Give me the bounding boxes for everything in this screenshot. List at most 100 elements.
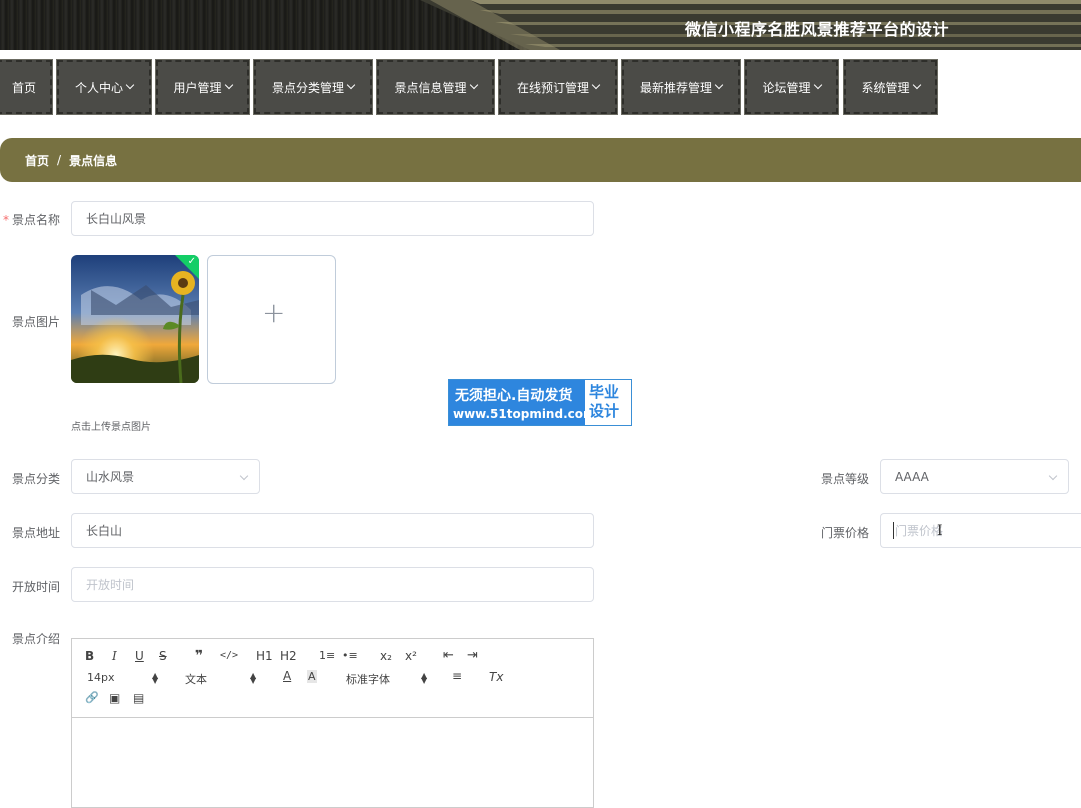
category-select-value: 山水风景 <box>86 470 135 484</box>
watermark-overlay: 无须担心.自动发货 www.51topmind.com 毕业 设计 <box>448 379 632 426</box>
breadcrumb: 首页 / 景点信息 <box>0 138 1081 182</box>
category-label: 景点分类 <box>12 472 61 486</box>
watermark-right-panel: 毕业 设计 <box>589 383 619 421</box>
chevron-down-icon <box>469 80 478 90</box>
watermark-line2: www.51topmind.com <box>453 407 596 421</box>
header2-button[interactable]: H2 <box>280 649 297 663</box>
breadcrumb-home[interactable]: 首页 <box>25 152 49 169</box>
select-arrows-icon: ▲ ▼ <box>152 671 159 685</box>
app-title: 微信小程序名胜风景推荐平台的设计 <box>684 20 949 39</box>
nav-label: 景点分类管理 <box>271 80 344 95</box>
watermark-left-panel: 无须担心.自动发货 www.51topmind.com <box>449 380 596 425</box>
nav-label: 用户管理 <box>173 80 222 95</box>
font-family-select[interactable]: 标准字体 <box>346 671 390 687</box>
select-arrows-icon: ▲ ▼ <box>421 671 428 685</box>
watermark-line1: 无须担心.自动发货 <box>455 388 573 404</box>
header1-button[interactable]: H1 <box>256 649 273 663</box>
top-nav: 首页 个人中心 用户管理 景点分类管理 景点信息管理 在线预订管理 最新推荐管理… <box>0 58 1081 116</box>
nav-home[interactable]: 首页 <box>0 59 53 115</box>
price-input[interactable]: 门票价格 <box>880 513 1081 548</box>
header-select[interactable]: 文本 <box>185 671 207 687</box>
level-select-value: AAAA <box>895 469 929 484</box>
required-mark: * <box>3 213 9 227</box>
header-banner: 微信小程序名胜风景推荐平台的设计 <box>0 0 1081 50</box>
chevron-down-icon <box>239 471 249 481</box>
intro-label: 景点介绍 <box>12 632 61 646</box>
indent-button[interactable]: ⇥ <box>467 648 478 663</box>
ordered-list-button[interactable]: 1≡ <box>319 649 335 662</box>
address-input[interactable]: 长白山 <box>71 513 594 548</box>
nav-label: 个人中心 <box>74 80 123 95</box>
superscript-button[interactable]: x² <box>405 649 417 663</box>
nav-category-management[interactable]: 景点分类管理 <box>253 59 373 115</box>
nav-label: 论坛管理 <box>762 80 811 95</box>
address-label: 景点地址 <box>12 526 61 540</box>
image-label: 景点图片 <box>12 315 61 329</box>
nav-label: 在线预订管理 <box>516 80 589 95</box>
chevron-down-icon <box>346 80 356 90</box>
rich-text-editor: B I U S ❞ </> H1 H2 1≡ •≡ x₂ x² ⇤ ⇥ 14px… <box>71 638 594 808</box>
category-select[interactable]: 山水风景 <box>71 459 260 494</box>
chevron-down-icon <box>714 80 724 90</box>
check-icon: ✓ <box>187 256 196 267</box>
nav-label: 首页 <box>11 80 36 95</box>
address-input-value: 长白山 <box>86 524 123 538</box>
name-label-text: 景点名称 <box>12 213 61 227</box>
breadcrumb-current: 景点信息 <box>69 153 118 168</box>
nav-label: 系统管理 <box>861 80 910 95</box>
nav-label: 最新推荐管理 <box>639 80 712 95</box>
select-arrows-icon: ▲ ▼ <box>250 671 257 685</box>
text-cursor-icon: I <box>937 523 943 539</box>
bold-button[interactable]: B <box>85 649 94 663</box>
name-input[interactable]: 长白山风景 <box>71 201 594 236</box>
nav-scenic-info-management[interactable]: 景点信息管理 <box>376 59 495 115</box>
chevron-down-icon <box>224 80 233 90</box>
name-label: * 景点名称 <box>3 211 60 228</box>
nav-personal-center[interactable]: 个人中心 <box>56 59 152 115</box>
nav-label: 景点信息管理 <box>394 80 467 95</box>
video-button[interactable]: ▤ <box>133 691 144 705</box>
chevron-down-icon <box>1048 471 1058 481</box>
align-button[interactable]: ≡ <box>452 669 462 683</box>
breadcrumb-separator: / <box>57 153 62 167</box>
nav-system-management[interactable]: 系统管理 <box>843 59 938 115</box>
chevron-down-icon <box>591 80 601 90</box>
open-time-label: 开放时间 <box>12 580 61 594</box>
clean-format-button[interactable]: Tx <box>489 670 503 684</box>
image-upload-button[interactable]: + <box>207 255 336 384</box>
editor-content-area[interactable] <box>72 718 593 808</box>
image-button[interactable]: ▣ <box>109 691 120 705</box>
editor-toolbar: B I U S ❞ </> H1 H2 1≡ •≡ x₂ x² ⇤ ⇥ 14px… <box>72 639 593 718</box>
price-input-placeholder: 门票价格 <box>893 522 944 539</box>
background-color-button[interactable]: A <box>307 670 317 683</box>
code-block-button[interactable]: </> <box>220 650 238 661</box>
subscript-button[interactable]: x₂ <box>380 649 392 663</box>
nav-recommend-management[interactable]: 最新推荐管理 <box>621 59 741 115</box>
nav-booking-management[interactable]: 在线预订管理 <box>498 59 618 115</box>
chevron-down-icon <box>125 80 135 90</box>
uploaded-image-thumbnail[interactable]: ✓ <box>71 255 199 383</box>
chevron-down-icon <box>912 80 921 90</box>
bullet-list-button[interactable]: •≡ <box>342 649 358 662</box>
plus-icon: + <box>262 296 286 329</box>
level-select[interactable]: AAAA <box>880 459 1069 494</box>
image-upload-tip: 点击上传景点图片 <box>71 422 151 433</box>
level-label: 景点等级 <box>821 472 870 486</box>
font-size-select[interactable]: 14px <box>87 671 115 684</box>
text-color-button[interactable]: A <box>283 669 291 683</box>
open-time-placeholder: 开放时间 <box>86 578 135 592</box>
open-time-input[interactable]: 开放时间 <box>71 567 594 602</box>
strike-button[interactable]: S <box>159 649 167 663</box>
nav-forum-management[interactable]: 论坛管理 <box>744 59 839 115</box>
nav-user-management[interactable]: 用户管理 <box>155 59 250 115</box>
name-input-value: 长白山风景 <box>86 212 147 226</box>
link-button[interactable]: 🔗 <box>85 691 99 704</box>
watermark-right2: 设计 <box>589 402 620 420</box>
chevron-down-icon <box>813 80 822 90</box>
blockquote-button[interactable]: ❞ <box>195 648 203 664</box>
italic-button[interactable]: I <box>112 649 117 663</box>
outdent-button[interactable]: ⇤ <box>443 648 454 663</box>
price-label: 门票价格 <box>821 526 870 540</box>
underline-button[interactable]: U <box>135 649 144 663</box>
watermark-right1: 毕业 <box>589 383 620 401</box>
